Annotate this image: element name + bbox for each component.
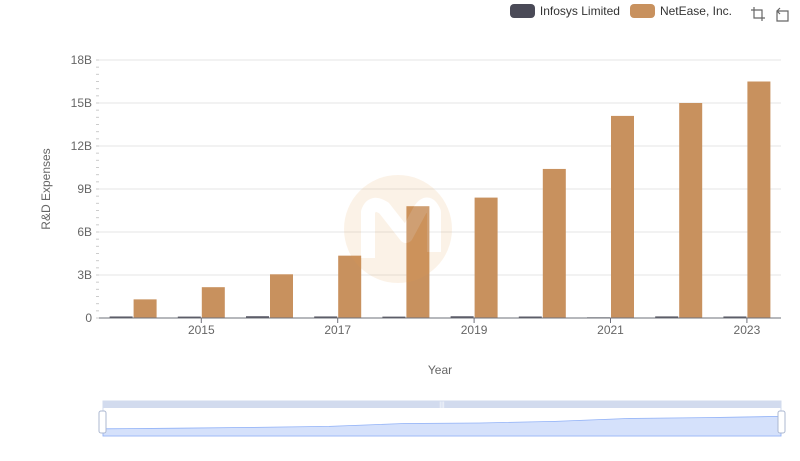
y-tick-label: 3B — [77, 268, 92, 282]
restore-icon[interactable] — [774, 6, 790, 22]
x-axis: 2015 2017 2019 2021 2023 — [99, 317, 781, 337]
y-tick-label: 6B — [77, 225, 92, 239]
data-zoom-right-handle[interactable] — [777, 410, 786, 434]
chart-canvas: 0 3B 6B 9B 12B 15B 18B 2015 2017 2019 2021 2023 R&… — [39, 53, 786, 437]
bar-netease-2019[interactable] — [474, 197, 498, 318]
data-zoom-slider[interactable]: ||| — [98, 400, 786, 437]
bar-netease-2014[interactable] — [133, 299, 157, 318]
legend: Infosys Limited NetEase, Inc. — [500, 4, 732, 18]
y-tick-label: 18B — [71, 53, 92, 67]
x-tick-label: 2015 — [188, 323, 215, 337]
bar-netease-2017[interactable] — [338, 255, 362, 318]
bar-netease-2020[interactable] — [542, 168, 566, 318]
x-tick-label: 2019 — [461, 323, 488, 337]
y-tick-label: 15B — [71, 96, 92, 110]
bar-netease-2022[interactable] — [679, 103, 703, 318]
bar-netease-2015[interactable] — [201, 287, 225, 318]
data-zoom-left-handle[interactable] — [98, 410, 107, 434]
y-tick-label: 9B — [77, 182, 92, 196]
legend-label-netease: NetEase, Inc. — [659, 4, 732, 18]
legend-swatch-netease — [629, 4, 655, 18]
legend-label-infosys: Infosys Limited — [539, 4, 620, 18]
y-tick-label: 12B — [71, 139, 92, 153]
bar-netease-2016[interactable] — [270, 274, 293, 318]
y-tick-label: 0 — [85, 311, 92, 325]
x-axis-label: Year — [428, 363, 452, 377]
x-tick-label: 2017 — [324, 323, 351, 337]
toolbox — [742, 6, 790, 22]
watermark-logo — [344, 175, 452, 283]
legend-item-infosys[interactable]: Infosys Limited — [509, 4, 620, 18]
bar-netease-2023[interactable] — [747, 81, 771, 319]
x-tick-label: 2021 — [597, 323, 624, 337]
grid-lines — [99, 59, 781, 319]
y-axis-label: R&D Expenses — [39, 148, 53, 229]
y-axis-ticks: 0 3B 6B 9B 12B 15B 18B — [71, 53, 99, 325]
zoom-icon[interactable] — [750, 6, 766, 22]
data-zoom-area — [102, 415, 782, 437]
x-tick-label: 2023 — [734, 323, 761, 337]
legend-item-netease[interactable]: NetEase, Inc. — [629, 4, 732, 18]
data-zoom-grip-icon: ||| — [439, 402, 445, 409]
bar-netease-2021[interactable] — [611, 115, 634, 319]
legend-swatch-infosys — [509, 4, 535, 18]
